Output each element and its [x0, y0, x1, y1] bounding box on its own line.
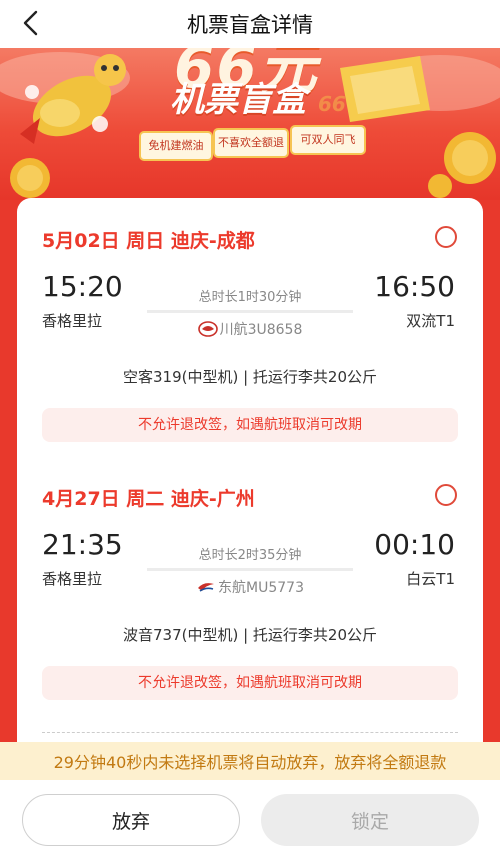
departure-airport: 香格里拉 — [42, 570, 103, 588]
airline-info: 川航3U8658 — [147, 319, 353, 339]
duration-line — [147, 568, 353, 571]
arrival-airport: 双流T1 — [406, 312, 455, 330]
airline-name: 川航3U8658 — [219, 322, 303, 338]
airline-name: 东航MU5773 — [218, 580, 304, 596]
refund-policy: 不允许退改签，如遇航班取消可改期 — [42, 666, 458, 700]
flight-duration: 总时长2时35分钟 — [198, 548, 302, 563]
airline-info: 东航MU5773 — [147, 577, 353, 597]
flight-date-route: 4月27日 周二 迪庆-广州 — [42, 488, 255, 510]
banner-tag-2: 不喜欢全额退 — [213, 128, 289, 158]
plane-baggage-info: 空客319(中型机) | 托运行李共20公斤 — [122, 368, 377, 386]
arrival-time: 16:50 — [374, 270, 455, 303]
bottom-action-bar: 放弃 锁定 — [0, 780, 500, 855]
lock-button[interactable]: 锁定 — [261, 794, 479, 846]
divider — [42, 732, 458, 733]
abandon-button[interactable]: 放弃 — [22, 794, 240, 846]
arrival-airport: 白云T1 — [406, 570, 455, 588]
flight-option-1[interactable]: 5月02日 周日 迪庆-成都 15:20 香格里拉 总时长1时30分钟 川航3U… — [17, 198, 483, 448]
arrival-time: 00:10 — [374, 528, 455, 561]
departure-airport: 香格里拉 — [42, 312, 103, 330]
banner-tag-3: 可双人同飞 — [290, 125, 366, 155]
back-chevron-icon[interactable] — [16, 8, 46, 38]
select-radio[interactable] — [435, 484, 457, 506]
flight-options-card: 5月02日 周日 迪庆-成都 15:20 香格里拉 总时长1时30分钟 川航3U… — [17, 198, 483, 758]
promo-banner: 66元 机票盲盒 66 免机建燃油 不喜欢全额退 可双人同飞 — [0, 48, 500, 200]
countdown-notice: 29分钟40秒内未选择机票将自动放弃，放弃将全额退款 — [0, 742, 500, 780]
refund-policy: 不允许退改签，如遇航班取消可改期 — [42, 408, 458, 442]
flight-duration: 总时长1时30分钟 — [198, 290, 302, 305]
departure-time: 21:35 — [42, 528, 123, 561]
banner-deco: 66 — [318, 92, 346, 116]
page-title: 机票盲盒详情 — [187, 13, 313, 37]
flight-option-2[interactable]: 4月27日 周二 迪庆-广州 21:35 香格里拉 总时长2时35分钟 东航MU… — [17, 456, 483, 706]
sichuan-airlines-logo-icon — [197, 321, 218, 337]
departure-time: 15:20 — [42, 270, 123, 303]
select-radio[interactable] — [435, 226, 457, 248]
duration-line — [147, 310, 353, 313]
top-bar: 机票盲盒详情 — [0, 0, 500, 48]
flight-date-route: 5月02日 周日 迪庆-成都 — [42, 230, 255, 252]
plane-baggage-info: 波音737(中型机) | 托运行李共20公斤 — [122, 626, 377, 644]
banner-tag-1: 免机建燃油 — [139, 131, 213, 161]
china-eastern-logo-icon — [198, 583, 215, 592]
banner-subtitle: 机票盲盒 — [170, 80, 306, 120]
